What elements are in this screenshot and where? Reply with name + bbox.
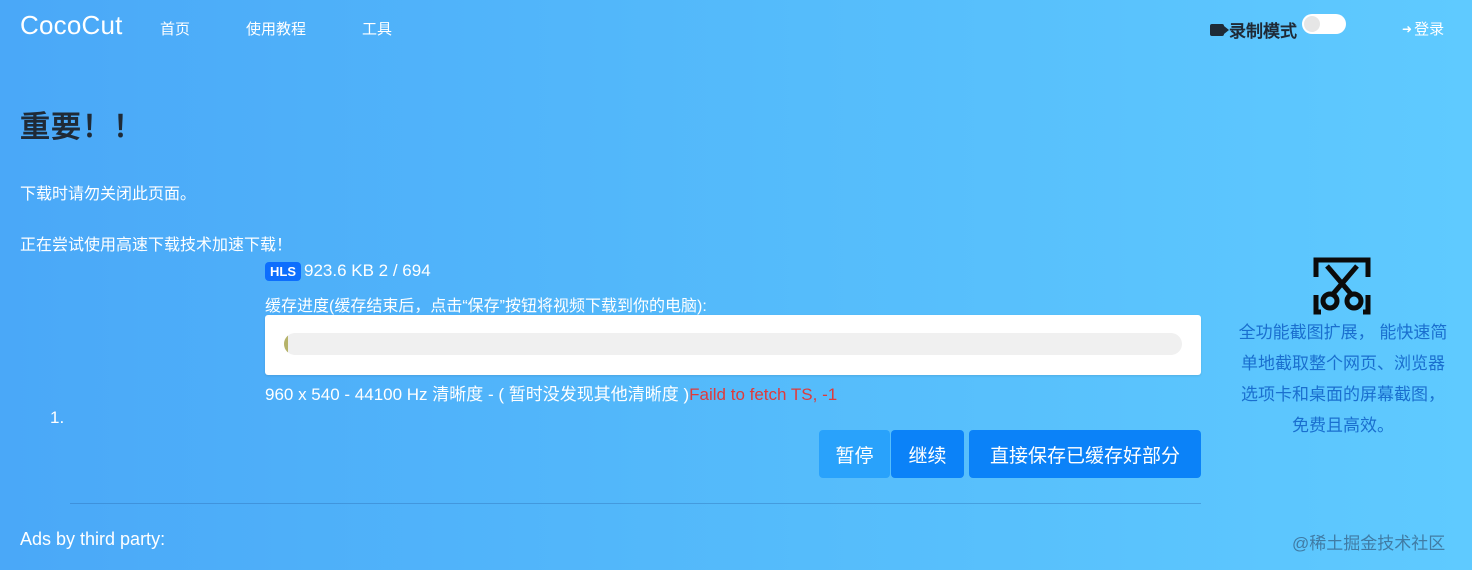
cache-progress-label: 缓存进度(缓存结束后，点击“保存”按钮将视频下载到你的电脑): xyxy=(265,298,707,315)
login-link[interactable]: ➜ 登录 xyxy=(1402,18,1444,39)
hls-badge: HLS xyxy=(265,261,301,281)
divider xyxy=(70,503,1201,504)
notice-line-1: 下载时请勿关闭此页面。 xyxy=(20,186,197,203)
resolution-text: 960 x 540 - 44100 Hz 清晰度 - ( 暂时没发现其他清晰度 … xyxy=(265,385,690,404)
list-item-number: 1. xyxy=(50,408,65,427)
resume-button[interactable]: 继续 xyxy=(891,430,964,478)
sign-in-icon: ➜ xyxy=(1402,21,1413,36)
notice-line-2: 正在尝试使用高速下载技术加速下载！ xyxy=(20,237,293,254)
pause-button[interactable]: 暂停 xyxy=(819,430,890,478)
ads-label: Ads by third party: xyxy=(20,529,166,549)
record-mode: 录制模式 xyxy=(1210,17,1297,42)
page-title: 重要！！ xyxy=(20,111,144,144)
record-mode-toggle[interactable] xyxy=(1302,14,1346,34)
resolution-info: 960 x 540 - 44100 Hz 清晰度 - ( 暂时没发现其他清晰度 … xyxy=(265,380,837,405)
nav-link-tutorial[interactable]: 使用教程 xyxy=(246,18,306,39)
login-label: 登录 xyxy=(1414,21,1445,38)
scissors-screenshot-icon[interactable] xyxy=(1313,257,1371,315)
toggle-knob xyxy=(1304,16,1320,32)
error-message: Faild to fetch TS, -1 xyxy=(689,385,838,404)
nav-link-home[interactable]: 首页 xyxy=(160,18,190,39)
size-info-text: 923.6 KB 2 / 694 xyxy=(304,261,431,280)
save-partial-button[interactable]: 直接保存已缓存好部分 xyxy=(969,430,1201,478)
video-camera-icon xyxy=(1210,23,1229,36)
watermark: @稀土掘金技术社区 xyxy=(1292,534,1446,553)
progress-card xyxy=(265,315,1201,375)
progress-fill xyxy=(284,333,289,355)
record-mode-label: 录制模式 xyxy=(1229,22,1297,41)
download-size-info: HLS 923.6 KB 2 / 694 xyxy=(265,261,431,281)
brand-logo[interactable]: CocoCut xyxy=(20,10,123,41)
nav-link-tools[interactable]: 工具 xyxy=(362,18,392,39)
sidebar-ad-text[interactable]: 全功能截图扩展， 能快速简单地截取整个网页、浏览器选项卡和桌面的屏幕截图，免费且… xyxy=(1238,317,1448,441)
progress-bar xyxy=(284,333,1182,355)
